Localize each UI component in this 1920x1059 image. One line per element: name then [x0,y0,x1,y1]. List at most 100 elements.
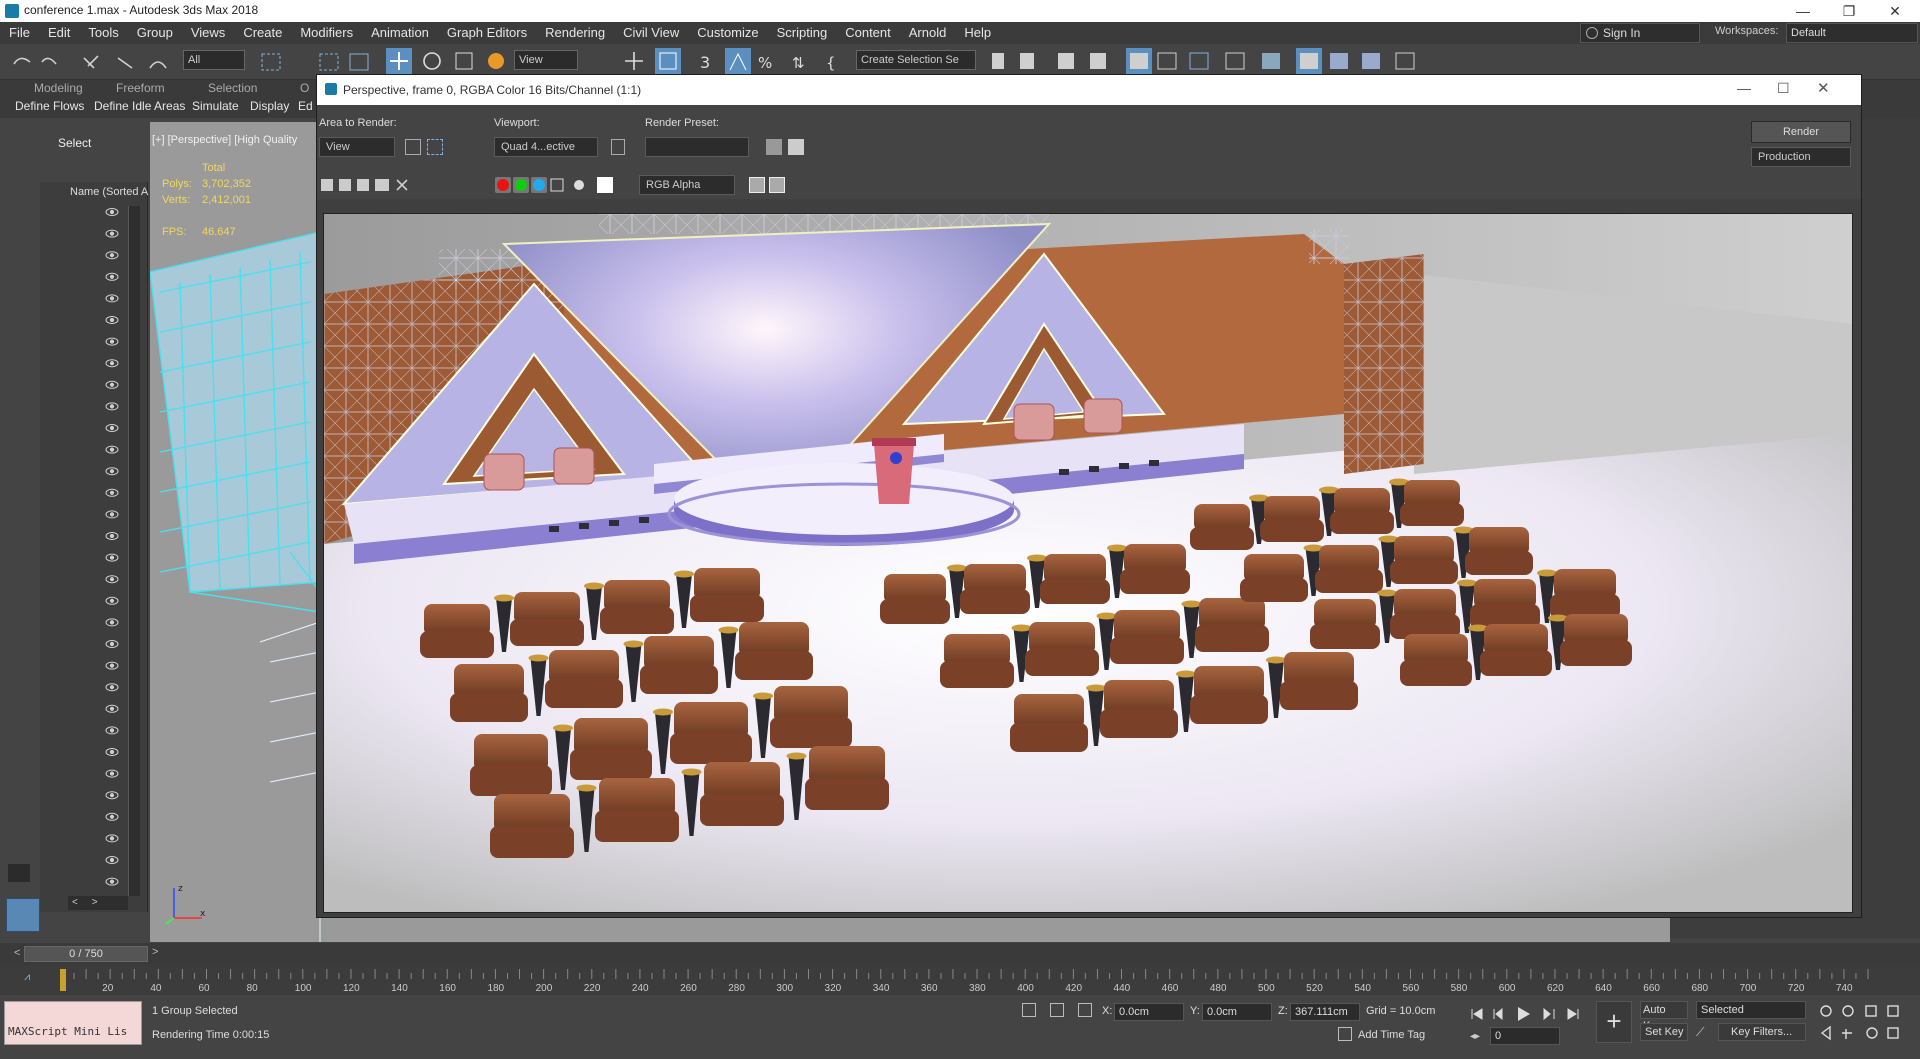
add-time-tag-button[interactable]: Add Time Tag [1358,1029,1425,1041]
set-key-big-icon[interactable]: + [1596,1001,1632,1043]
render-minimize-icon[interactable]: — [1737,80,1751,96]
render-button[interactable]: Render [1751,121,1851,143]
menu-customize[interactable]: Customize [688,22,767,44]
edit-button[interactable]: Ed [298,99,313,113]
minimize-icon[interactable]: — [1780,0,1826,22]
selection-lock-icon[interactable] [1050,1003,1064,1017]
menu-file[interactable]: File [0,22,39,44]
render-close-icon[interactable]: ✕ [1817,79,1830,97]
explorer-scrollbar[interactable] [128,206,140,896]
workspace-dropdown[interactable]: Default [1786,23,1918,43]
lock-icon[interactable] [611,139,625,155]
ribbon-tab-object-paint[interactable]: O [300,81,309,95]
menu-tools[interactable]: Tools [79,22,127,44]
ribbon-tab-modeling[interactable]: Modeling [34,81,83,95]
rendered-frame-window: Perspective, frame 0, RGBA Color 16 Bits… [316,74,1862,918]
define-flows-button[interactable]: Define Flows [15,99,84,113]
visibility-eye-pupil [109,296,115,301]
menu-content[interactable]: Content [836,22,900,44]
render-activeshade-icon [1395,52,1415,70]
viewport-label[interactable]: [+] [Perspective] [High Quality [152,134,297,146]
expand-panel-icon[interactable] [8,864,30,882]
isolate-selection-icon[interactable] [1022,1003,1036,1017]
track-tick-label: 60 [198,983,210,994]
menu-create[interactable]: Create [234,22,291,44]
render-preset-label: Render Preset: [645,117,719,129]
menu-arnold[interactable]: Arnold [900,22,956,44]
y-coordinate-field[interactable]: 0.0cm [1202,1003,1272,1021]
clone-window-icon [357,179,369,191]
time-slider-prev-icon[interactable]: < [14,947,20,959]
visibility-eye-pupil [109,512,115,517]
x-coordinate-field[interactable]: 0.0cm [1114,1003,1184,1021]
time-slider[interactable]: < 0 / 750 > [0,943,1920,965]
key-mode-icon[interactable]: ◂▸ [1470,1031,1480,1042]
menu-civil-view[interactable]: Civil View [614,22,688,44]
environment-icon[interactable] [788,139,804,155]
time-slider-thumb[interactable]: 0 / 750 [24,946,148,962]
visibility-eye-pupil [109,836,115,841]
menu-edit[interactable]: Edit [39,22,79,44]
current-frame-marker[interactable] [60,969,66,991]
production-dropdown[interactable]: Production [1751,147,1851,167]
render-preset-dropdown[interactable] [645,137,749,157]
curve-editor-toggle-icon[interactable]: ⩘ [24,971,30,984]
key-filters-button[interactable]: Key Filters... [1718,1023,1806,1041]
track-tick-label: 500 [1258,983,1275,994]
create-selection-set-dropdown[interactable]: Create Selection Se [856,50,976,70]
green-channel-icon [515,179,527,191]
visibility-eye-pupil [109,209,115,215]
svg-text:%: % [758,54,772,72]
selection-filter-dropdown[interactable]: All [183,50,245,70]
key-tangent-icon[interactable]: ⟋ [1696,1025,1712,1041]
sign-in-button[interactable]: Sign In [1580,23,1700,43]
render-maximize-icon[interactable]: ☐ [1777,80,1790,97]
ribbon-tab-selection[interactable]: Selection [208,81,257,95]
viewport-layout-icon[interactable] [6,898,40,932]
restore-icon[interactable]: ❐ [1826,0,1872,22]
ribbon-tab-freeform[interactable]: Freeform [116,81,165,95]
audience-chair-seat [1560,640,1632,666]
render-window-titlebar: Perspective, frame 0, RGBA Color 16 Bits… [317,75,1861,105]
key-selected-dropdown[interactable]: Selected [1696,1001,1806,1019]
render-window-app-icon [325,83,337,95]
area-to-render-dropdown[interactable]: View [319,137,395,157]
absolute-mode-icon[interactable] [1078,1003,1092,1017]
time-tag-icon[interactable] [1338,1027,1352,1041]
side-table-top [528,654,549,662]
current-frame-field[interactable]: 0 [1490,1027,1560,1045]
display-button[interactable]: Display [250,99,289,113]
auto-key-button[interactable]: Auto Key [1640,1001,1688,1032]
link-icon [83,55,99,69]
menu-rendering[interactable]: Rendering [536,22,614,44]
menu-scripting[interactable]: Scripting [768,22,837,44]
close-icon[interactable]: ✕ [1872,0,1918,22]
audience-chair-seat [770,717,852,748]
simulate-button[interactable]: Simulate [192,99,239,113]
define-idle-areas-button[interactable]: Define Idle Areas [94,99,185,113]
menu-views[interactable]: Views [182,22,234,44]
menu-help[interactable]: Help [955,22,1000,44]
channel-dropdown[interactable]: RGB Alpha [639,175,735,195]
set-key-button[interactable]: Set Key [1640,1023,1688,1041]
menu-group[interactable]: Group [128,22,182,44]
orbit-icon [1866,1027,1878,1039]
audience-chair-seat [735,651,813,680]
toggle-overlays-icon[interactable] [769,177,785,193]
toggle-ui-icon[interactable] [749,177,765,193]
viewport-dropdown[interactable]: Quad 4...ective [494,137,598,157]
save-image-icon [321,179,333,191]
menu-modifiers[interactable]: Modifiers [291,22,362,44]
z-coordinate-field[interactable]: 367.111cm [1290,1003,1360,1021]
menu-animation[interactable]: Animation [362,22,438,44]
track-tick-label: 480 [1209,983,1227,994]
menu-graph-editors[interactable]: Graph Editors [438,22,536,44]
render-setup-icon-rw[interactable] [766,139,782,155]
edit-region-icon[interactable] [405,139,421,155]
time-slider-next-icon[interactable]: > [152,946,164,962]
explorer-h-scroll[interactable]: < > [68,896,128,910]
reference-coordinate-dropdown[interactable]: View [514,50,578,70]
maxscript-listener[interactable]: MAXScript Mini Lis [8,1025,127,1038]
auto-region-icon[interactable] [427,139,443,155]
name-column-header[interactable]: Name (Sorted A [70,186,148,198]
